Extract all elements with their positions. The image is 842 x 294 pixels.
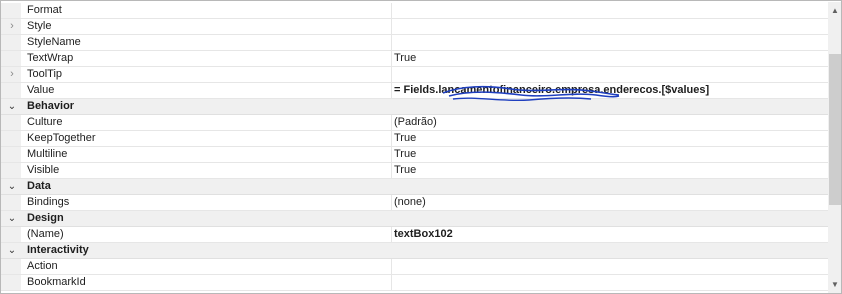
property-value[interactable] <box>394 259 824 274</box>
category-label: Behavior <box>27 100 75 112</box>
collapse-chevron-icon[interactable]: ⌄ <box>6 212 18 225</box>
category-row[interactable]: ⌄ Interactivity <box>1 243 828 259</box>
property-row[interactable]: (Name) textBox102 <box>1 227 828 243</box>
property-name: TextWrap <box>27 52 74 64</box>
property-rows: Format › Style StyleName TextWrap True › ToolTi… <box>1 3 828 291</box>
expand-chevron-icon[interactable]: › <box>6 20 18 33</box>
property-name: ToolTip <box>27 68 63 80</box>
property-value[interactable] <box>394 67 824 82</box>
property-value[interactable]: True <box>394 131 824 146</box>
property-name: Multiline <box>27 148 68 160</box>
column-divider <box>391 19 392 34</box>
property-value[interactable] <box>394 35 824 50</box>
scrollbar-thumb[interactable] <box>829 54 841 205</box>
expander-placeholder <box>6 196 18 209</box>
property-value[interactable]: (none) <box>394 195 824 210</box>
property-value[interactable]: True <box>394 51 824 66</box>
property-name: BookmarkId <box>27 276 86 288</box>
column-divider <box>391 3 392 18</box>
category-label: Data <box>27 180 51 192</box>
expander-placeholder <box>6 116 18 129</box>
column-divider <box>391 35 392 50</box>
property-name: Bindings <box>27 196 70 208</box>
collapse-chevron-icon[interactable]: ⌄ <box>6 180 18 193</box>
expander-placeholder <box>6 84 18 97</box>
property-row[interactable]: Action <box>1 259 828 275</box>
property-row[interactable]: Format <box>1 3 828 19</box>
property-name: Action <box>27 260 58 272</box>
vertical-scrollbar[interactable]: ▲ ▼ <box>828 2 841 293</box>
property-grid: Format › Style StyleName TextWrap True › ToolTi… <box>0 0 842 294</box>
property-value[interactable] <box>394 275 824 290</box>
category-row[interactable]: ⌄ Data <box>1 179 828 195</box>
expander-placeholder <box>6 260 18 273</box>
column-divider <box>391 195 392 210</box>
column-divider <box>391 83 392 98</box>
property-value[interactable] <box>394 19 824 34</box>
column-divider <box>391 51 392 66</box>
category-row[interactable]: ⌄ Behavior <box>1 99 828 115</box>
scroll-up-arrow[interactable]: ▲ <box>828 3 841 19</box>
column-divider <box>391 227 392 242</box>
expander-placeholder <box>6 4 18 17</box>
column-divider <box>391 131 392 146</box>
property-value[interactable]: textBox102 <box>394 227 824 242</box>
property-value[interactable]: True <box>394 163 824 178</box>
property-name: Value <box>27 84 55 96</box>
column-divider <box>391 163 392 178</box>
property-row[interactable]: Bindings (none) <box>1 195 828 211</box>
collapse-chevron-icon[interactable]: ⌄ <box>6 244 18 257</box>
scroll-down-arrow[interactable]: ▼ <box>828 277 841 293</box>
category-row[interactable]: ⌄ Design <box>1 211 828 227</box>
property-name: Culture <box>27 116 63 128</box>
property-name: Format <box>27 4 62 16</box>
property-row[interactable]: › Style <box>1 19 828 35</box>
column-divider <box>391 259 392 274</box>
property-value[interactable] <box>394 3 824 18</box>
property-name: (Name) <box>27 228 64 240</box>
expander-placeholder <box>6 276 18 289</box>
category-label: Interactivity <box>27 244 89 256</box>
category-label: Design <box>27 212 64 224</box>
property-value[interactable]: = Fields.lancamentofinanceiro.empresa.en… <box>394 83 824 98</box>
expander-placeholder <box>6 36 18 49</box>
column-divider <box>391 67 392 82</box>
expander-placeholder <box>6 132 18 145</box>
column-divider <box>391 115 392 130</box>
property-row[interactable]: Visible True <box>1 163 828 179</box>
property-name: KeepTogether <box>27 132 96 144</box>
property-name: StyleName <box>27 36 81 48</box>
column-divider <box>391 275 392 290</box>
collapse-chevron-icon[interactable]: ⌄ <box>6 100 18 113</box>
property-row[interactable]: TextWrap True <box>1 51 828 67</box>
property-row[interactable]: BookmarkId <box>1 275 828 291</box>
property-row[interactable]: StyleName <box>1 35 828 51</box>
property-row[interactable]: Culture (Padrão) <box>1 115 828 131</box>
expand-chevron-icon[interactable]: › <box>6 68 18 81</box>
column-divider <box>391 147 392 162</box>
property-row[interactable]: KeepTogether True <box>1 131 828 147</box>
property-value[interactable]: (Padrão) <box>394 115 824 130</box>
property-row[interactable]: › ToolTip <box>1 67 828 83</box>
property-row[interactable]: Value = Fields.lancamentofinanceiro.empre… <box>1 83 828 99</box>
property-row[interactable]: Multiline True <box>1 147 828 163</box>
expander-placeholder <box>6 164 18 177</box>
property-name: Visible <box>27 164 60 176</box>
expander-placeholder <box>6 228 18 241</box>
property-name: Style <box>27 20 52 32</box>
property-value[interactable]: True <box>394 147 824 162</box>
expander-placeholder <box>6 148 18 161</box>
expander-placeholder <box>6 52 18 65</box>
